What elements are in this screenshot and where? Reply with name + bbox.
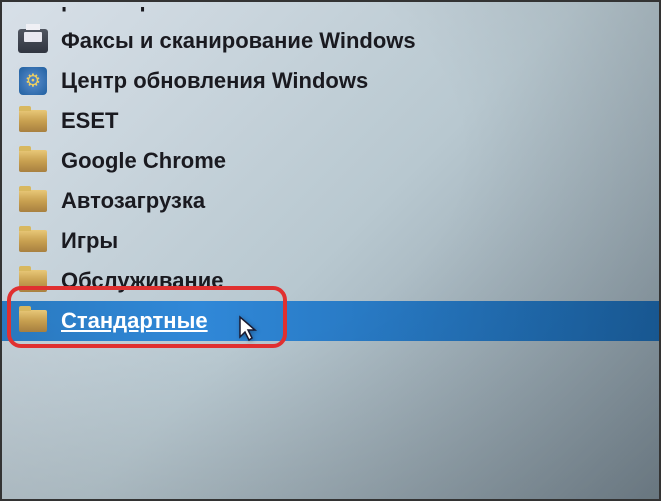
startup-folder[interactable]: Автозагрузка <box>2 181 659 221</box>
accessories-folder[interactable]: Стандартные <box>2 301 659 341</box>
menu-item-label: Автозагрузка <box>61 188 205 214</box>
windows-update-icon <box>17 65 49 97</box>
folder-icon <box>17 145 49 177</box>
start-menu-programs-list: росмотра XPS Факсы и сканирование Window… <box>2 2 659 346</box>
eset-folder[interactable]: ESET <box>2 101 659 141</box>
folder-icon <box>17 225 49 257</box>
xps-icon <box>17 7 49 21</box>
fax-scan-item[interactable]: Факсы и сканирование Windows <box>2 21 659 61</box>
menu-item-label: Факсы и сканирование Windows <box>61 28 416 54</box>
menu-item-label: Google Chrome <box>61 148 226 174</box>
menu-item-label: Обслуживание <box>61 268 223 294</box>
folder-icon <box>17 305 49 337</box>
menu-item-label: Стандартные <box>61 308 208 334</box>
folder-icon <box>17 105 49 137</box>
google-chrome-folder[interactable]: Google Chrome <box>2 141 659 181</box>
fax-scanner-icon <box>17 25 49 57</box>
menu-item-label: росмотра XPS <box>61 7 215 13</box>
menu-item-label: Игры <box>61 228 118 254</box>
windows-update-item[interactable]: Центр обновления Windows <box>2 61 659 101</box>
games-folder[interactable]: Игры <box>2 221 659 261</box>
maintenance-folder[interactable]: Обслуживание <box>2 261 659 301</box>
menu-item-partial[interactable]: росмотра XPS <box>2 7 659 21</box>
folder-icon <box>17 185 49 217</box>
menu-item-label: ESET <box>61 108 118 134</box>
menu-item-label: Центр обновления Windows <box>61 68 368 94</box>
folder-icon <box>17 265 49 297</box>
